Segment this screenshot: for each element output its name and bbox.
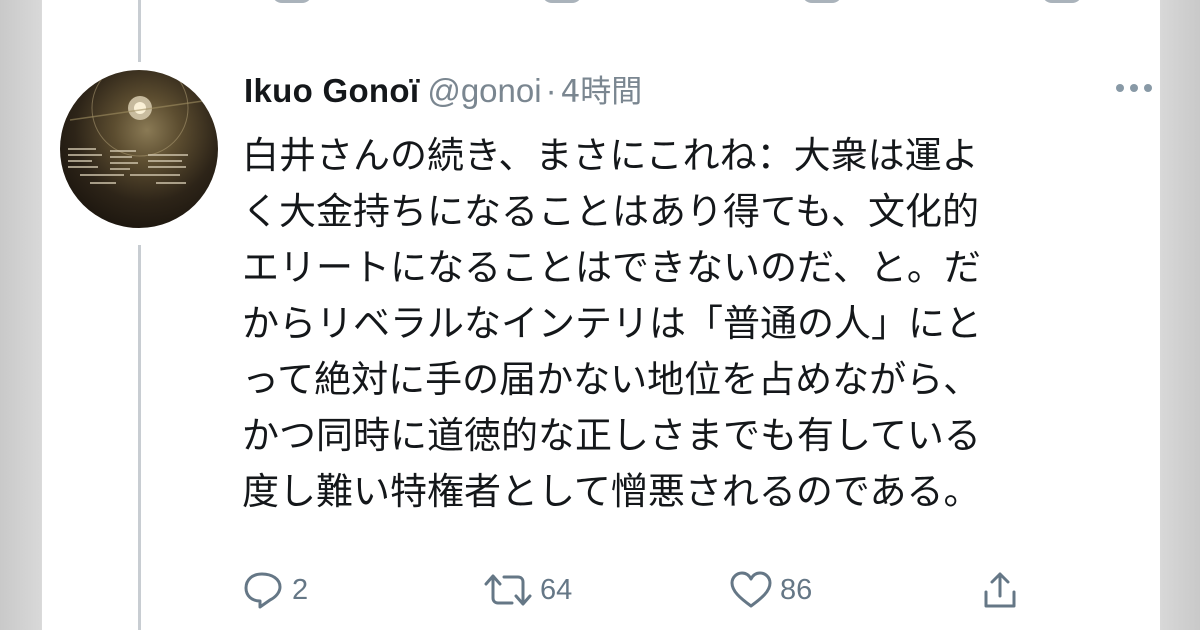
tweet-card[interactable]: Ikuo Gonoï @gonoi · 4時間 白井さんの続き、まさにこれね：大衆は運…: [42, 0, 1160, 630]
timestamp[interactable]: 4時間: [561, 74, 643, 110]
retweet-button[interactable]: 64: [482, 565, 572, 615]
reply-icon: [244, 572, 282, 609]
screenshot-stage: Ikuo Gonoï @gonoi · 4時間 白井さんの続き、まさにこれね：大衆は運…: [0, 0, 1200, 630]
tweet-text-line: からリベラルなインテリは「普通の人」にと: [242, 302, 982, 345]
tweet-text-line: 白井さんの続き、まさにこれね：大衆は運よ: [242, 134, 979, 177]
tweet-header: Ikuo Gonoï @gonoi · 4時間: [244, 66, 642, 116]
more-options-icon[interactable]: [1112, 78, 1156, 98]
tweet-text-line: かつ同時に道徳的な正しさまでも有している: [242, 414, 981, 457]
share-button[interactable]: [980, 565, 1026, 615]
like-button[interactable]: 86: [728, 565, 812, 615]
tweet-text-line: 度し難い特権者として憎悪されるのである。: [242, 470, 981, 513]
reply-button[interactable]: 2: [242, 565, 308, 615]
share-icon: [984, 572, 1016, 608]
like-count: 86: [780, 573, 813, 606]
retweet-icon: [484, 574, 532, 606]
tweet-text-line: って絶対に手の届かない地位を占めながら、: [242, 358, 981, 401]
previous-tweet-actions-fragment: [242, 0, 1142, 6]
tweet-text-line: エリートになることはできないのだ、と。だ: [242, 246, 981, 289]
tweet-text: 白井さんの続き、まさにこれね：大衆は運よ く大金持ちになることはあり得ても、文化…: [242, 128, 1142, 520]
separator-dot: ·: [545, 72, 557, 109]
thread-connector-line: [138, 0, 141, 62]
thread-connector-line: [138, 245, 141, 630]
avatar[interactable]: [60, 70, 218, 228]
tweet-text-line: く大金持ちになることはあり得ても、文化的: [242, 190, 980, 233]
display-name[interactable]: Ikuo Gonoï: [244, 72, 419, 109]
retweet-count: 64: [540, 573, 573, 606]
tweet-action-bar: 2 64 86: [242, 565, 1142, 615]
reply-count: 2: [292, 573, 309, 606]
user-handle[interactable]: @gonoi: [427, 72, 541, 109]
heart-icon: [730, 571, 772, 608]
